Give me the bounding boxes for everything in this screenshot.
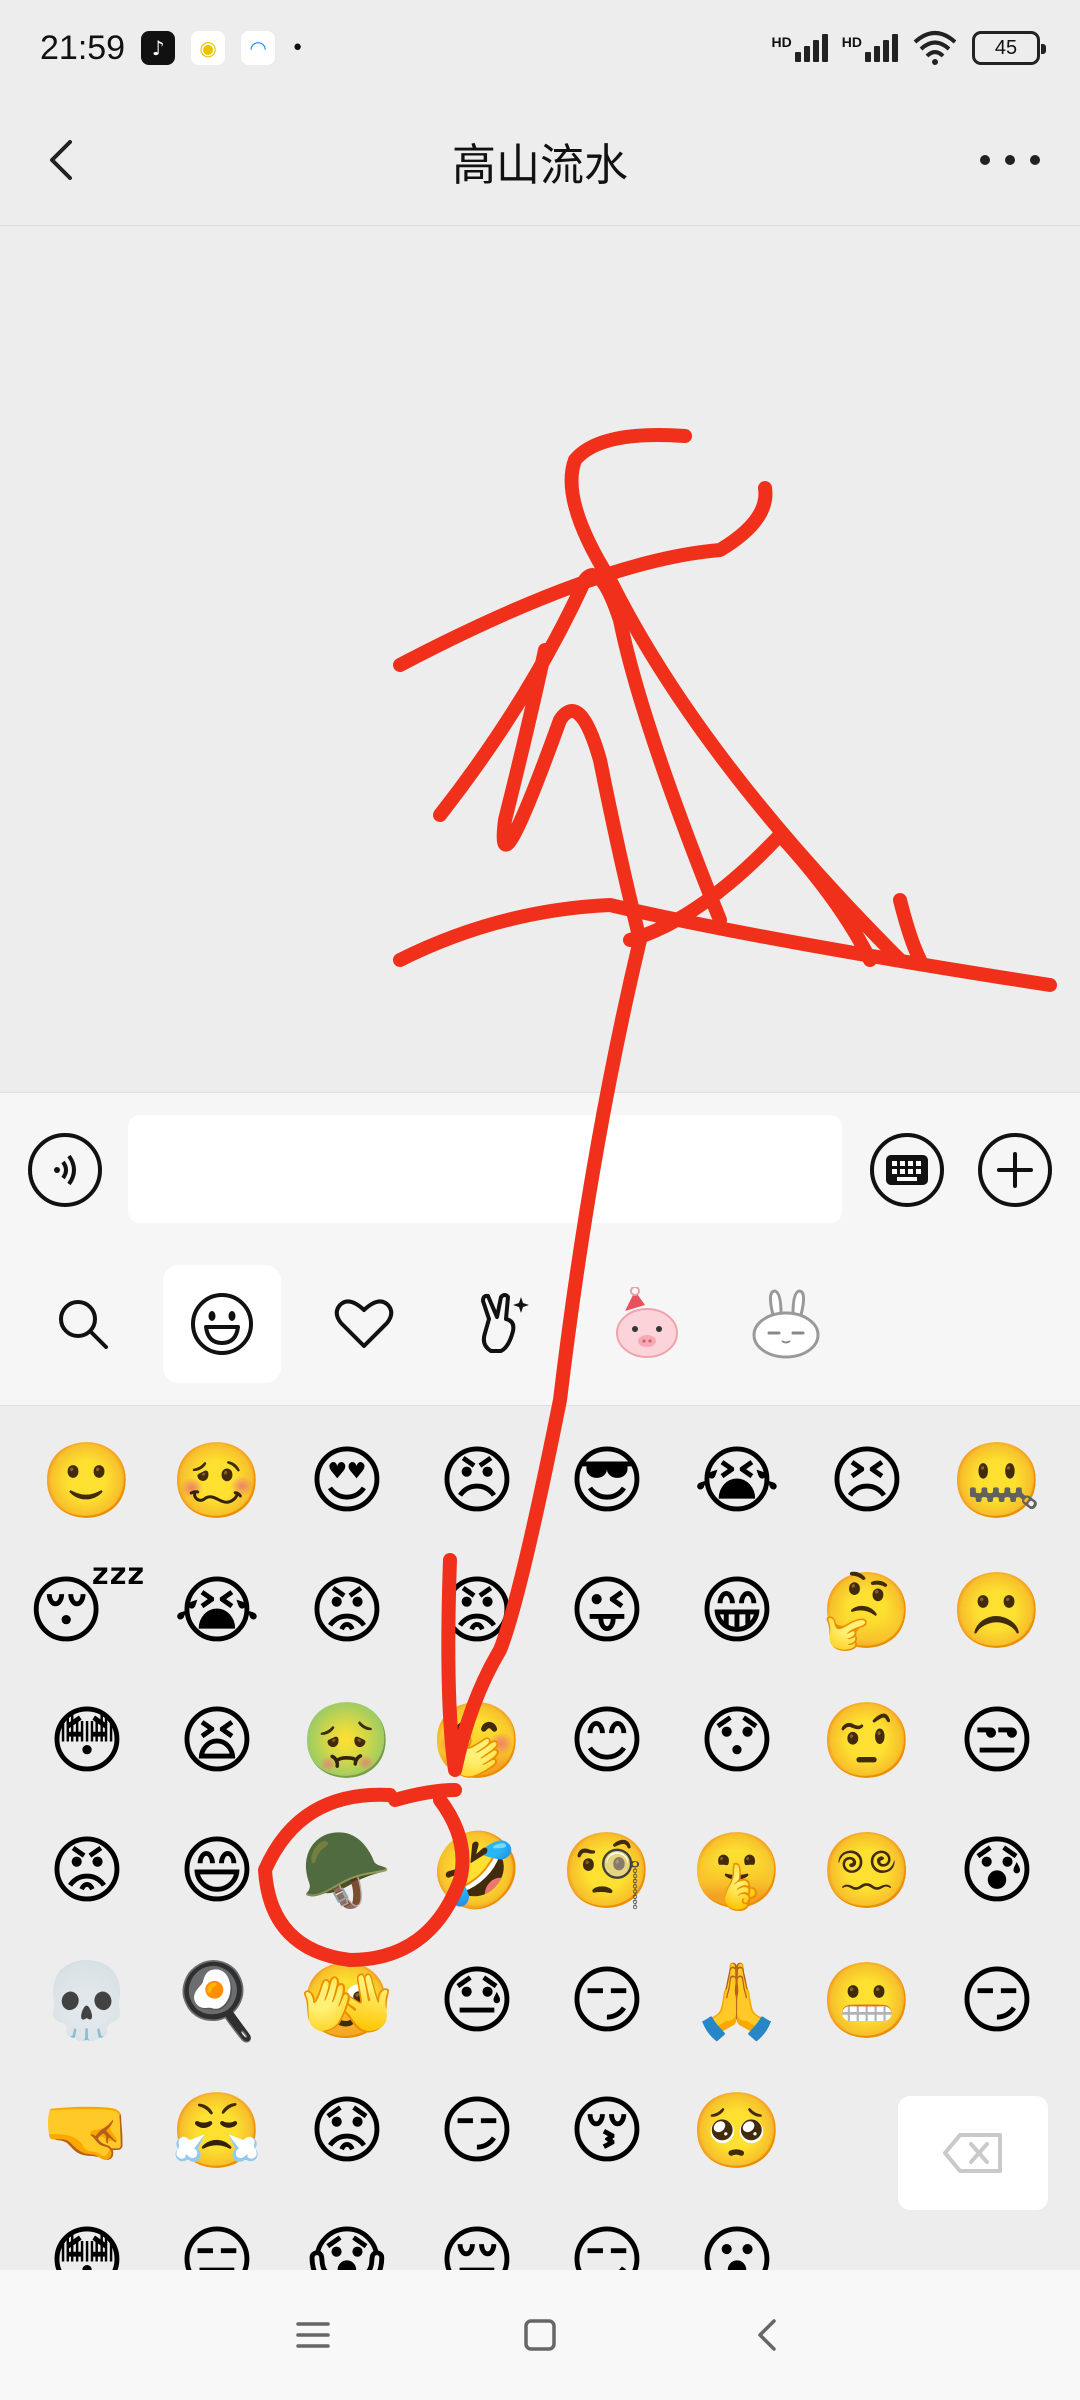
- loop-app-icon: ◠: [241, 31, 276, 65]
- emoji-item[interactable]: 😠: [430, 1434, 524, 1528]
- emoji-item[interactable]: 🤨: [820, 1694, 914, 1788]
- emoji-item[interactable]: 😓: [430, 1954, 524, 2048]
- system-nav-bar: [0, 2270, 1080, 2400]
- page-title: 高山流水: [452, 139, 628, 191]
- emoji-item[interactable]: 😏: [560, 1954, 654, 2048]
- back-triangle-icon[interactable]: [737, 2305, 797, 2365]
- qq-music-icon: ◉: [191, 31, 226, 65]
- pink-pig-sticker-icon[interactable]: [588, 1265, 706, 1383]
- emoji-item[interactable]: 😣: [820, 1434, 914, 1528]
- emoji-item[interactable]: 😄: [170, 1824, 264, 1918]
- emoji-item[interactable]: 😔: [430, 2214, 524, 2270]
- emoji-grid: 🙂 🥴 😍 😠 😎 😭 😣 🤐 😴 😭 😡 😡 😜 😁 🤔 ☹️ 😳 😫 🤢 🤭 😊 😯 🤨 😒 😡 😄 🪖 🤣 🧐 🤫 😵‍💫 😰 💀 🍳 🫣 😓 😏…: [0, 1406, 1080, 2270]
- emoji-item[interactable]: 🍳: [170, 1954, 264, 2048]
- emoji-item[interactable]: 😭: [690, 1434, 784, 1528]
- backspace-icon: [943, 2133, 1002, 2173]
- signal-1-icon: HD: [772, 34, 828, 62]
- emoji-item[interactable]: 🤢: [300, 1694, 394, 1788]
- emoji-item[interactable]: 😳: [40, 1694, 134, 1788]
- emoji-item[interactable]: 😯: [690, 1694, 784, 1788]
- menu-icon[interactable]: [283, 2305, 343, 2365]
- emoji-item[interactable]: 🥴: [170, 1434, 264, 1528]
- emoji-item[interactable]: 💀: [40, 1954, 134, 2048]
- emoji-item[interactable]: 😡: [300, 1564, 394, 1658]
- home-square-icon[interactable]: [510, 2305, 570, 2365]
- emoji-item[interactable]: 😬: [820, 1954, 914, 2048]
- emoji-item[interactable]: 😁: [690, 1564, 784, 1658]
- sticker-tab-bar: [0, 1249, 1080, 1406]
- message-input-bar: [0, 1092, 1080, 1249]
- battery-indicator: 45: [972, 31, 1046, 65]
- voice-icon[interactable]: [28, 1133, 102, 1207]
- emoji-item[interactable]: 😭: [170, 1564, 264, 1658]
- emoji-item[interactable]: 😡: [430, 1564, 524, 1658]
- emoji-item[interactable]: 😏: [560, 2214, 654, 2270]
- emoji-item[interactable]: 😜: [560, 1564, 654, 1658]
- more-notifications-dot: •: [291, 35, 305, 61]
- emoji-item[interactable]: 😴: [28, 1564, 147, 1658]
- emoji-item[interactable]: 🥺: [690, 2084, 784, 2178]
- emoji-item[interactable]: 😑: [170, 2214, 264, 2270]
- signal-2-icon: HD: [842, 34, 898, 62]
- tab-emoji[interactable]: [163, 1265, 281, 1383]
- tab-custom-stickers[interactable]: [446, 1265, 564, 1383]
- emoji-item[interactable]: 😳: [40, 2214, 134, 2270]
- emoji-item[interactable]: 😊: [560, 1694, 654, 1788]
- status-app-icons: ♪ ◉ ◠ •: [141, 31, 304, 65]
- emoji-item[interactable]: 🧐: [560, 1824, 654, 1918]
- emoji-item[interactable]: 😤: [170, 2084, 264, 2178]
- status-time: 21:59: [40, 28, 126, 67]
- emoji-item[interactable]: 😍: [300, 1434, 394, 1528]
- emoji-item[interactable]: 🤐: [950, 1434, 1044, 1528]
- plus-icon[interactable]: [978, 1133, 1052, 1207]
- emoji-item[interactable]: 🤣: [430, 1824, 524, 1918]
- heart-icon: [334, 1299, 394, 1348]
- backspace-button[interactable]: [898, 2096, 1048, 2210]
- emoji-item[interactable]: 🤜: [40, 2084, 134, 2178]
- chevron-left-icon[interactable]: [34, 132, 90, 188]
- emoji-item[interactable]: 😮: [690, 2214, 784, 2270]
- chat-header: 高山流水: [0, 96, 1080, 226]
- emoji-item[interactable]: 🙏: [690, 1954, 784, 2048]
- emoji-item[interactable]: 😡: [40, 1824, 134, 1918]
- search-icon: [59, 1300, 108, 1349]
- emoji-item[interactable]: 😎: [560, 1434, 654, 1528]
- emoji-item[interactable]: 🤫: [690, 1824, 784, 1918]
- smiley-icon: [191, 1293, 253, 1355]
- emoji-item[interactable]: 🤔: [820, 1564, 914, 1658]
- emoji-item[interactable]: 😵‍💫: [820, 1824, 914, 1918]
- tab-search[interactable]: [24, 1265, 142, 1383]
- bunny-sticker-icon[interactable]: [727, 1265, 845, 1383]
- emoji-item[interactable]: 🤭: [430, 1694, 524, 1788]
- sparkle-hand-icon: [481, 1293, 529, 1353]
- emoji-item[interactable]: 😏: [950, 1954, 1044, 2048]
- emoji-item[interactable]: 🪖: [300, 1824, 394, 1918]
- emoji-item[interactable]: 🫣: [300, 1954, 394, 2048]
- screen: 21:59 ♪ ◉ ◠ • HD HD 45 高山流水 🙂 🥴 😍 😠 😎 😭 …: [0, 0, 1080, 2400]
- more-dots-icon[interactable]: [980, 134, 1040, 186]
- wifi-icon: [913, 31, 957, 65]
- emoji-item[interactable]: 😚: [560, 2084, 654, 2178]
- emoji-item[interactable]: 😒: [950, 1694, 1044, 1788]
- emoji-item[interactable]: 😟: [300, 2084, 394, 2178]
- status-bar: 21:59 ♪ ◉ ◠ • HD HD 45: [0, 0, 1080, 96]
- emoji-item[interactable]: 😫: [170, 1694, 264, 1788]
- message-text-input[interactable]: [128, 1115, 842, 1223]
- douyin-icon: ♪: [141, 31, 176, 65]
- emoji-item[interactable]: 😱: [300, 2214, 394, 2270]
- emoji-item[interactable]: ☹️: [950, 1564, 1044, 1658]
- emoji-item[interactable]: 😏: [430, 2084, 524, 2178]
- emoji-item[interactable]: 🙂: [40, 1434, 134, 1528]
- tab-favorites[interactable]: [305, 1265, 423, 1383]
- keyboard-icon[interactable]: [870, 1133, 944, 1207]
- emoji-item[interactable]: 😰: [950, 1824, 1044, 1918]
